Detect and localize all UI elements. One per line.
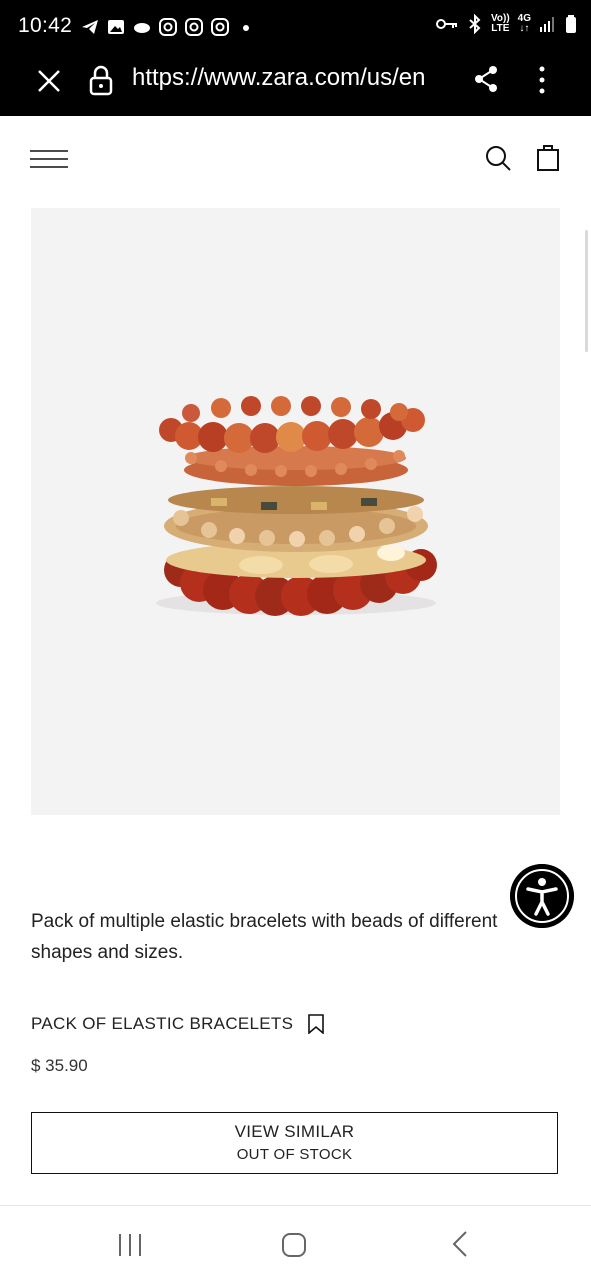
champagne-bracelets bbox=[164, 486, 428, 552]
dot-icon bbox=[243, 25, 249, 31]
search-icon[interactable] bbox=[484, 144, 512, 172]
lock-icon[interactable] bbox=[88, 64, 114, 96]
status-bar: 10:42 Vo)) LTE 4G ↓↑ bbox=[0, 0, 591, 52]
product-price: $ 35.90 bbox=[31, 1056, 88, 1075]
4g-indicator: 4G ↓↑ bbox=[517, 13, 531, 34]
status-time: 10:42 bbox=[18, 14, 73, 37]
recent-apps-icon[interactable] bbox=[116, 1232, 144, 1258]
cloud-icon bbox=[134, 23, 150, 33]
view-similar-button[interactable]: VIEW SIMILAR OUT OF STOCK bbox=[31, 1112, 558, 1174]
product-name-row: PACK OF ELASTIC BRACELETS bbox=[31, 1014, 325, 1034]
instagram-icon bbox=[211, 18, 229, 36]
instagram-icon bbox=[185, 18, 203, 36]
more-options-icon[interactable] bbox=[530, 64, 554, 96]
view-similar-label: VIEW SIMILAR bbox=[234, 1122, 355, 1141]
close-icon[interactable] bbox=[34, 66, 64, 96]
signal-icon bbox=[540, 17, 554, 32]
product-image[interactable] bbox=[31, 208, 560, 815]
top-carnelian-bracelet bbox=[159, 396, 425, 453]
scroll-indicator[interactable] bbox=[585, 230, 588, 352]
product-name: PACK OF ELASTIC BRACELETS bbox=[31, 1014, 294, 1033]
browser-toolbar: https://www.zara.com/us/en bbox=[0, 52, 591, 116]
telegram-icon bbox=[82, 20, 98, 34]
amber-bracelets bbox=[184, 446, 408, 486]
gallery-icon bbox=[108, 20, 124, 34]
url-field[interactable]: https://www.zara.com/us/en bbox=[132, 64, 450, 92]
back-icon[interactable] bbox=[450, 1230, 470, 1258]
out-of-stock-label: OUT OF STOCK bbox=[236, 1146, 353, 1163]
bag-icon[interactable] bbox=[536, 144, 560, 172]
menu-icon[interactable] bbox=[30, 148, 68, 170]
bracelet-illustration bbox=[156, 396, 437, 616]
bluetooth-icon bbox=[469, 14, 481, 34]
battery-icon bbox=[566, 15, 576, 33]
system-navigation-bar bbox=[0, 1205, 591, 1281]
instagram-icon bbox=[159, 18, 177, 36]
notification-icons bbox=[80, 14, 256, 40]
bookmark-icon[interactable] bbox=[307, 1014, 325, 1034]
key-icon bbox=[435, 19, 457, 29]
share-icon[interactable] bbox=[472, 64, 500, 94]
home-icon[interactable] bbox=[280, 1232, 308, 1258]
product-description: Pack of multiple elastic bracelets with … bbox=[31, 911, 498, 963]
system-icons: Vo)) LTE 4G ↓↑ bbox=[435, 14, 577, 34]
volte-indicator: Vo)) LTE bbox=[490, 13, 510, 34]
